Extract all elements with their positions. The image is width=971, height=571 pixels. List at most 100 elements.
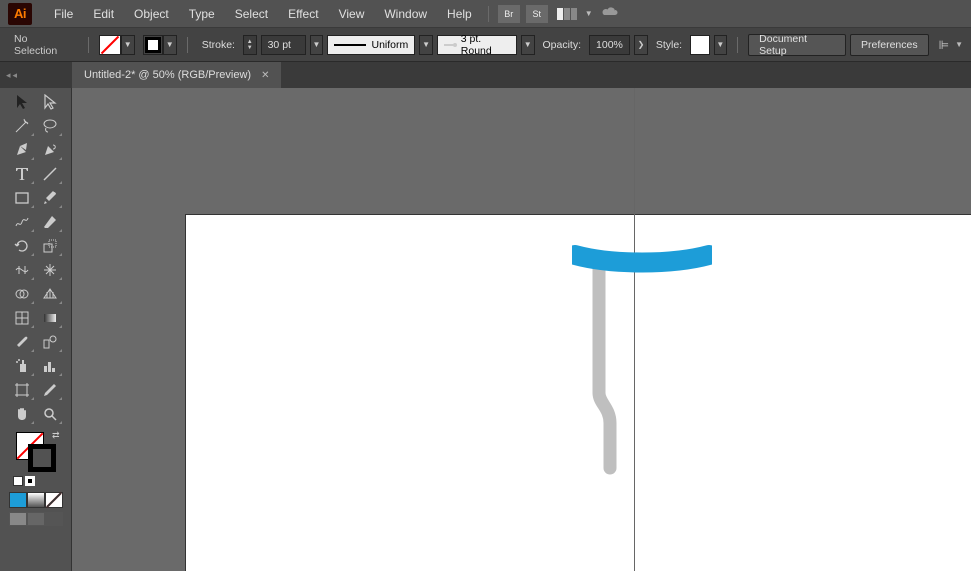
style-swatch[interactable] — [690, 35, 709, 55]
stroke-indicator[interactable] — [28, 444, 56, 472]
stroke-weight-value[interactable]: 30 pt — [261, 35, 306, 55]
mesh-tool[interactable] — [8, 306, 36, 330]
draw-mode-row — [9, 512, 63, 526]
menu-edit[interactable]: Edit — [83, 3, 124, 25]
magic-wand-tool[interactable] — [8, 114, 36, 138]
width-tool[interactable] — [8, 258, 36, 282]
default-fill-stroke[interactable] — [13, 476, 35, 486]
menu-window[interactable]: Window — [374, 3, 437, 25]
chevron-down-icon[interactable]: ▼ — [585, 9, 593, 18]
stock-icon[interactable]: St — [526, 5, 548, 23]
scale-tool[interactable] — [36, 234, 64, 258]
brush-label: 3 pt. Round — [461, 33, 510, 57]
document-setup-button[interactable]: Document Setup — [748, 34, 846, 56]
preferences-button[interactable]: Preferences — [850, 34, 929, 56]
fill-swatch[interactable] — [99, 35, 121, 55]
align-to-icon[interactable]: ⊫ — [939, 38, 949, 52]
menu-help[interactable]: Help — [437, 3, 482, 25]
menu-bar: Ai File Edit Object Type Select Effect V… — [0, 0, 971, 28]
close-tab-icon[interactable]: ✕ — [261, 70, 269, 81]
variable-width-profile[interactable]: Uniform — [327, 35, 415, 55]
center-guide — [634, 88, 635, 571]
color-mode-none[interactable] — [45, 492, 63, 508]
tools-panel: ⇄ — [0, 88, 72, 571]
color-mode-color[interactable] — [9, 492, 27, 508]
color-mode-gradient[interactable] — [27, 492, 45, 508]
lasso-tool[interactable] — [36, 114, 64, 138]
menu-file[interactable]: File — [44, 3, 83, 25]
draw-normal[interactable] — [9, 512, 27, 526]
selection-status: No Selection — [8, 33, 78, 57]
control-bar: No Selection ▼ ▼ Stroke: 30 pt ▼ Uniform… — [0, 28, 971, 62]
pen-tool[interactable] — [8, 138, 36, 162]
profile-dropdown[interactable]: ▼ — [419, 35, 433, 55]
color-mode-row — [9, 492, 63, 508]
shaper-tool[interactable] — [8, 210, 36, 234]
type-tool[interactable] — [8, 162, 36, 186]
document-tabs: ◂◂ Untitled-2* @ 50% (RGB/Preview) ✕ — [0, 62, 971, 88]
stroke-label[interactable]: Stroke: — [198, 39, 239, 51]
fill-dropdown[interactable]: ▼ — [121, 35, 135, 55]
divider — [488, 6, 489, 22]
brush-dropdown[interactable]: ▼ — [521, 35, 535, 55]
canvas[interactable] — [72, 88, 971, 571]
style-label[interactable]: Style: — [652, 39, 686, 51]
brush-preview-icon — [444, 39, 455, 51]
rectangle-tool[interactable] — [8, 186, 36, 210]
stroke-swatch[interactable] — [143, 35, 163, 55]
direct-selection-tool[interactable] — [36, 90, 64, 114]
menu-view[interactable]: View — [329, 3, 375, 25]
document-tab[interactable]: Untitled-2* @ 50% (RGB/Preview) ✕ — [72, 62, 282, 88]
opacity-value[interactable]: 100% — [589, 35, 630, 55]
brush-definition[interactable]: 3 pt. Round — [437, 35, 517, 55]
selection-tool[interactable] — [8, 90, 36, 114]
curvature-tool[interactable] — [36, 138, 64, 162]
menu-type[interactable]: Type — [179, 3, 225, 25]
shape-builder-tool[interactable] — [8, 282, 36, 306]
tab-title: Untitled-2* @ 50% (RGB/Preview) — [84, 69, 251, 81]
app-logo: Ai — [8, 3, 32, 25]
profile-label: Uniform — [372, 39, 409, 51]
artboard-tool[interactable] — [8, 378, 36, 402]
chevron-down-icon[interactable]: ▼ — [955, 40, 963, 49]
bridge-icon[interactable]: Br — [498, 5, 520, 23]
draw-inside[interactable] — [45, 512, 63, 526]
column-graph-tool[interactable] — [36, 354, 64, 378]
blend-tool[interactable] — [36, 330, 64, 354]
arrange-documents-icon[interactable] — [557, 8, 577, 20]
stroke-dropdown[interactable]: ▼ — [163, 35, 177, 55]
divider — [737, 37, 738, 53]
opacity-label[interactable]: Opacity: — [539, 39, 586, 51]
stroke-preview-icon — [334, 44, 365, 46]
paintbrush-tool[interactable] — [36, 186, 64, 210]
perspective-grid-tool[interactable] — [36, 282, 64, 306]
sync-settings-icon[interactable] — [601, 5, 619, 22]
swap-fill-stroke-icon[interactable]: ⇄ — [52, 430, 60, 441]
menu-select[interactable]: Select — [225, 3, 278, 25]
fill-stroke-control[interactable]: ⇄ — [16, 432, 56, 472]
fill-control[interactable]: ▼ — [99, 35, 135, 55]
divider — [187, 37, 188, 53]
eraser-tool[interactable] — [36, 210, 64, 234]
workspace: ⇄ — [0, 88, 971, 571]
style-dropdown[interactable]: ▼ — [714, 35, 728, 55]
panel-collapse-handle[interactable]: ◂◂ — [0, 62, 72, 88]
artwork-blue-path[interactable] — [572, 245, 712, 275]
zoom-tool[interactable] — [36, 402, 64, 426]
free-transform-tool[interactable] — [36, 258, 64, 282]
menu-effect[interactable]: Effect — [278, 3, 328, 25]
hand-tool[interactable] — [8, 402, 36, 426]
stroke-weight-stepper[interactable] — [243, 35, 257, 55]
eyedropper-tool[interactable] — [8, 330, 36, 354]
line-segment-tool[interactable] — [36, 162, 64, 186]
stroke-weight-dropdown[interactable]: ▼ — [310, 35, 324, 55]
opacity-dropdown[interactable]: ❯ — [634, 35, 648, 55]
symbol-sprayer-tool[interactable] — [8, 354, 36, 378]
rotate-tool[interactable] — [8, 234, 36, 258]
menu-object[interactable]: Object — [124, 3, 179, 25]
gradient-tool[interactable] — [36, 306, 64, 330]
stroke-control[interactable]: ▼ — [143, 35, 177, 55]
slice-tool[interactable] — [36, 378, 64, 402]
draw-behind[interactable] — [27, 512, 45, 526]
artwork-grey-path[interactable] — [590, 263, 630, 483]
